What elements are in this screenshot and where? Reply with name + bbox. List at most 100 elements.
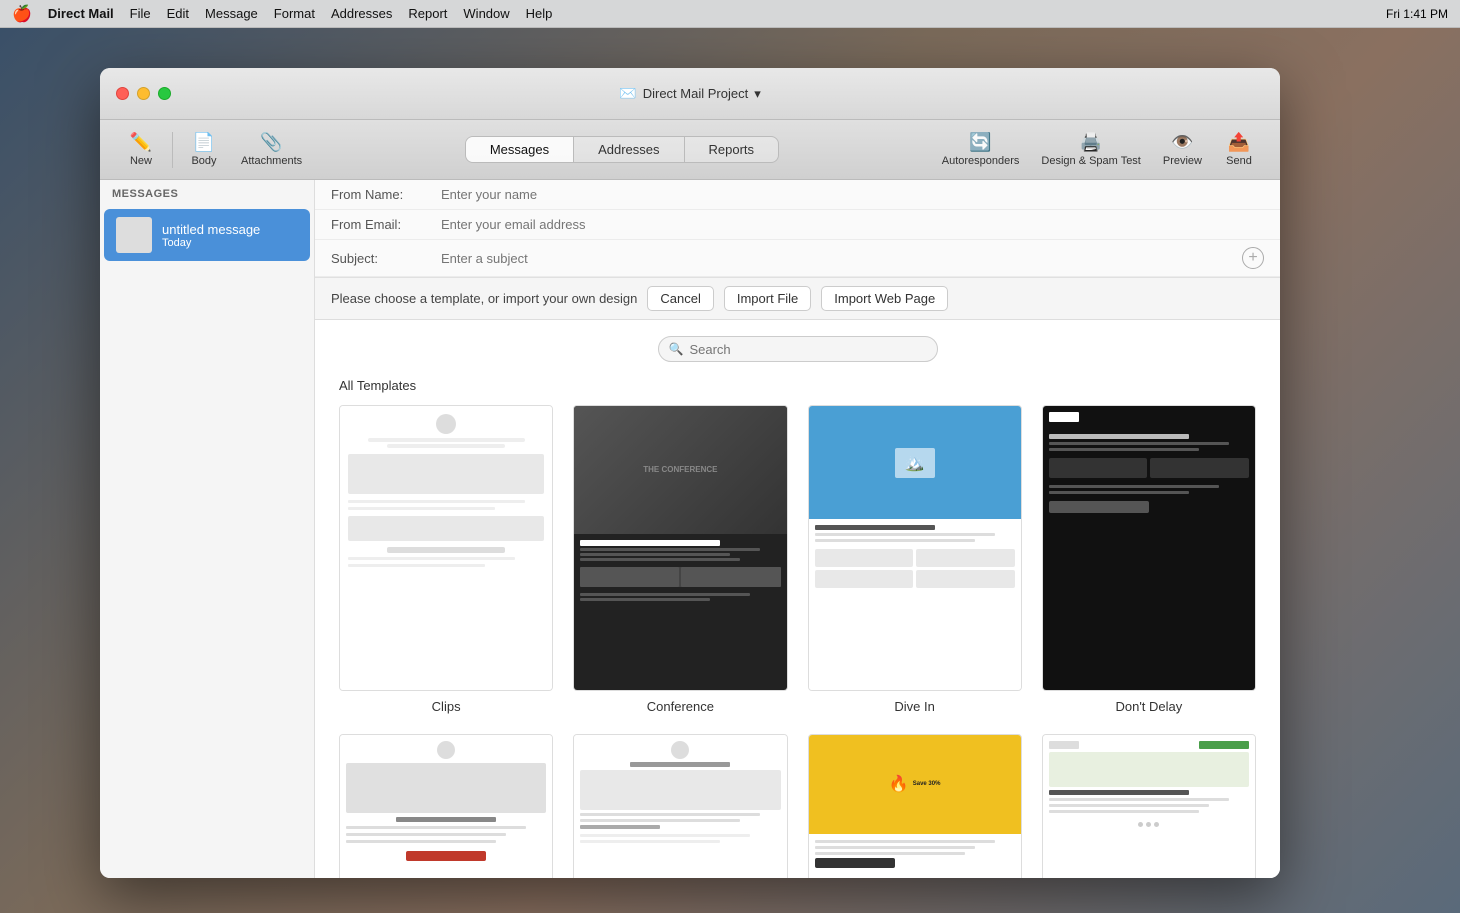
template-featureful[interactable]: Featureful [573,734,787,878]
toolbar-left-group: ✏️ New 📄 Body 📎 Attachments [116,128,312,171]
search-icon: 🔍 [669,342,684,356]
toolbar-tabs: Messages Addresses Reports [316,136,928,163]
from-email-label: From Email: [331,217,441,232]
menu-help[interactable]: Help [526,6,553,21]
template-bar: Please choose a template, or import your… [315,278,1280,320]
attachments-label: Attachments [241,155,302,167]
tab-group: Messages Addresses Reports [465,136,779,163]
autoresponders-button[interactable]: 🔄 Autoresponders [932,128,1030,171]
from-email-row: From Email: [315,210,1280,240]
subject-input[interactable] [441,251,1242,266]
template-preview-divein: 🏔️ [808,405,1022,691]
attachments-icon: 📎 [260,132,282,153]
add-field-button[interactable]: + [1242,247,1264,269]
send-icon: 📤 [1228,132,1250,153]
templates-grid: Clips THE CONFERENCE [339,405,1256,714]
window-title-chevron: ▾ [754,86,761,102]
body-button[interactable]: 📄 Body [179,128,229,171]
window-title-area: ✉️ Direct Mail Project ▾ [619,85,760,102]
subject-row: Subject: + [315,240,1280,277]
menu-report[interactable]: Report [408,6,447,21]
tab-messages[interactable]: Messages [466,137,574,162]
preview-icon: 👁️ [1171,132,1193,153]
minimize-button[interactable] [137,87,150,100]
template-exclusive[interactable]: Exclusive [339,734,553,878]
template-gallery: 🔍 All Templates [315,320,1280,878]
search-input[interactable] [689,342,926,357]
traffic-lights [116,87,171,100]
toolbar: ✏️ New 📄 Body 📎 Attachments Messages [100,120,1280,180]
menu-window[interactable]: Window [463,6,509,21]
item-info: untitled message Today [162,222,298,249]
menu-file[interactable]: File [130,6,151,21]
template-preview-exclusive [339,734,553,878]
template-divein[interactable]: 🏔️ [808,405,1022,714]
message-fields: From Name: From Email: Subject: + [315,180,1280,278]
design-spam-label: Design & Spam Test [1041,155,1140,167]
section-header: All Templates [339,378,1256,393]
template-name-conference: Conference [647,699,714,714]
template-preview-getstarted [1042,734,1256,878]
template-name-clips: Clips [432,699,461,714]
close-button[interactable] [116,87,129,100]
template-conference[interactable]: THE CONFERENCE [573,405,787,714]
main-panel: From Name: From Email: Subject: + [315,180,1280,878]
from-name-label: From Name: [331,187,441,202]
menubar-time: Fri 1:41 PM [1386,7,1448,21]
template-clips[interactable]: Clips [339,405,553,714]
send-label: Send [1226,155,1252,167]
item-title: untitled message [162,222,298,237]
search-bar: 🔍 [658,336,938,362]
menu-message[interactable]: Message [205,6,258,21]
template-dontdelay[interactable]: Don't Delay [1042,405,1256,714]
menu-addresses[interactable]: Addresses [331,6,392,21]
item-date: Today [162,237,298,249]
menubar-right: Fri 1:41 PM [1386,7,1448,21]
template-getstarted[interactable]: Get Started [1042,734,1256,878]
search-container: 🔍 [339,336,1256,362]
window-icon: ✉️ [619,85,636,102]
window-title: Direct Mail Project [643,86,748,101]
tab-reports[interactable]: Reports [685,137,779,162]
autoresponders-icon: 🔄 [969,132,991,153]
template-firecrackers[interactable]: 🔥 Save 30% [808,734,1022,878]
template-preview-featureful [573,734,787,878]
design-spam-button[interactable]: 🖨️ Design & Spam Test [1031,128,1150,171]
autoresponders-label: Autoresponders [942,155,1020,167]
menu-format[interactable]: Format [274,6,315,21]
content-area: Messages untitled message Today From Nam… [100,180,1280,878]
toolbar-separator-1 [172,132,173,168]
import-file-button[interactable]: Import File [724,286,811,311]
new-button[interactable]: ✏️ New [116,128,166,171]
template-preview-clips [339,405,553,691]
preview-label: Preview [1163,155,1202,167]
tab-addresses[interactable]: Addresses [574,137,684,162]
sidebar-item-untitled[interactable]: untitled message Today [104,209,310,261]
subject-label: Subject: [331,251,441,266]
template-preview-conference: THE CONFERENCE [573,405,787,691]
title-bar: ✉️ Direct Mail Project ▾ [100,68,1280,120]
attachments-button[interactable]: 📎 Attachments [231,128,312,171]
from-email-input[interactable] [441,217,1264,232]
import-web-page-button[interactable]: Import Web Page [821,286,948,311]
apple-menu[interactable]: 🍎 [12,4,32,24]
template-bar-prompt: Please choose a template, or import your… [331,291,637,306]
preview-button[interactable]: 👁️ Preview [1153,128,1212,171]
menu-edit[interactable]: Edit [167,6,189,21]
from-name-input[interactable] [441,187,1264,202]
new-icon: ✏️ [130,132,152,153]
sidebar-header: Messages [100,180,314,208]
maximize-button[interactable] [158,87,171,100]
cancel-template-button[interactable]: Cancel [647,286,713,311]
template-preview-firecrackers: 🔥 Save 30% [808,734,1022,878]
design-spam-icon: 🖨️ [1080,132,1102,153]
app-name[interactable]: Direct Mail [48,6,114,21]
body-icon: 📄 [193,132,215,153]
desktop: ✉️ Direct Mail Project ▾ ✏️ New 📄 Body 📎 [0,28,1460,913]
body-label: Body [191,155,216,167]
templates-grid-2: Exclusive [339,734,1256,878]
send-button[interactable]: 📤 Send [1214,128,1264,171]
template-name-dontdelay: Don't Delay [1115,699,1182,714]
template-preview-dontdelay [1042,405,1256,691]
menubar: 🍎 Direct Mail File Edit Message Format A… [0,0,1460,28]
